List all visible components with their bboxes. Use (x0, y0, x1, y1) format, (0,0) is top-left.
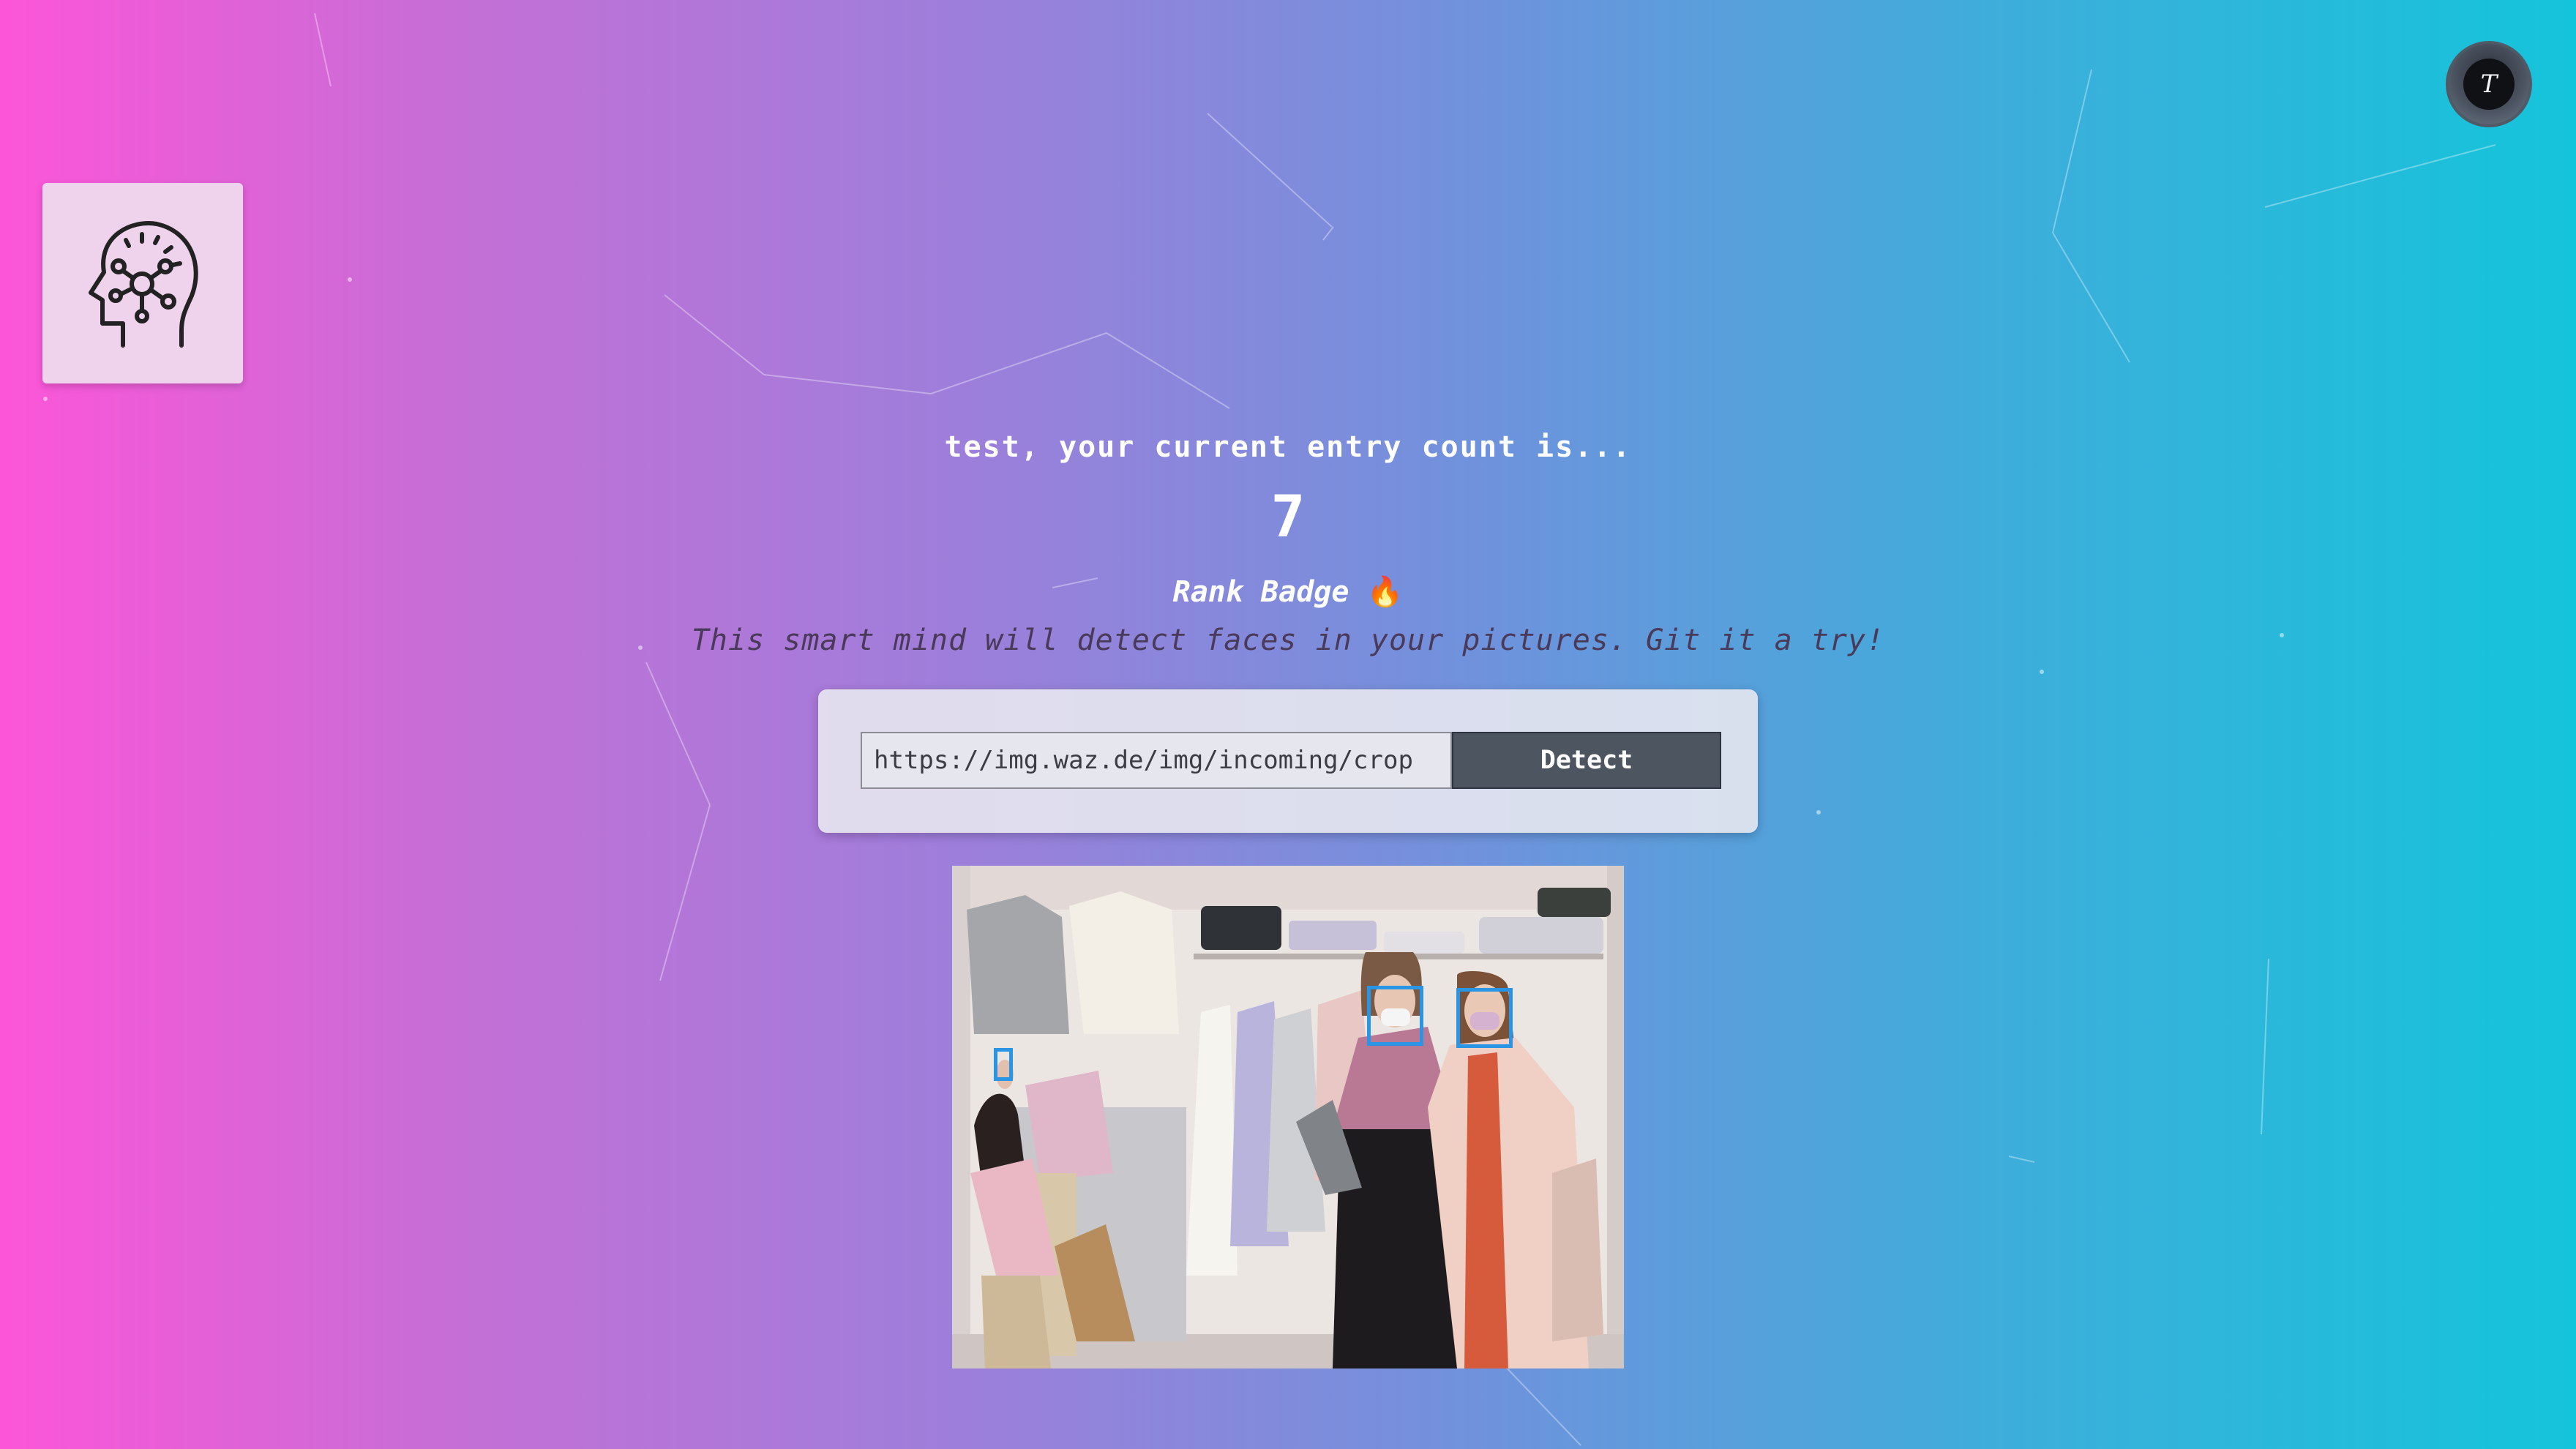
rank-badge: Rank Badge 🔥 (0, 574, 2576, 609)
fire-icon: 🔥 (1366, 575, 1404, 609)
image-url-input[interactable] (861, 732, 1452, 789)
result-image (952, 866, 1624, 1368)
store-photo (952, 866, 1624, 1368)
face-detection-box (1456, 988, 1513, 1048)
user-avatar[interactable]: T (2446, 41, 2532, 127)
face-detection-box (1367, 986, 1423, 1046)
app-logo[interactable] (42, 183, 243, 383)
face-detection-box (994, 1048, 1013, 1081)
avatar-initial: T (2463, 59, 2515, 110)
rank-badge-label: Rank Badge (1172, 575, 1349, 609)
entry-count-value: 7 (1270, 484, 1306, 550)
tagline: This smart mind will detect faces in you… (691, 624, 1885, 657)
detect-form: Detect (818, 689, 1758, 833)
brain-network-icon (89, 221, 198, 348)
detect-button[interactable]: Detect (1452, 732, 1721, 789)
entry-count-greeting: test, your current entry count is... (944, 430, 1632, 464)
